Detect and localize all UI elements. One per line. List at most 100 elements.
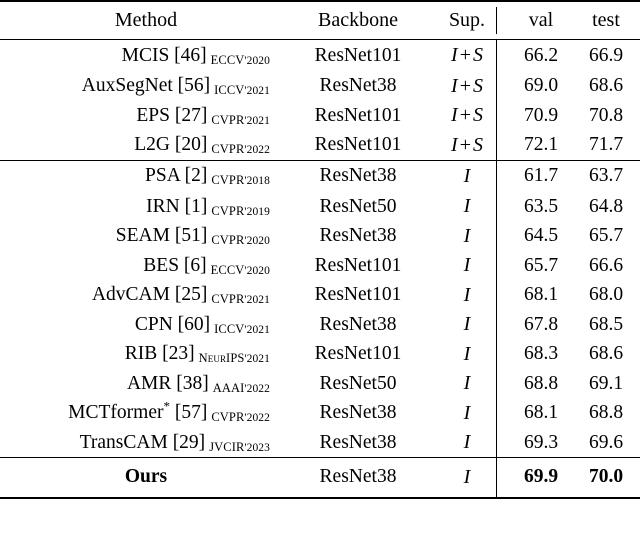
sup-symbol-saliency: S	[472, 133, 483, 156]
sup-symbol-saliency: S	[472, 44, 483, 67]
cell-method: AuxSegNet [56] ICCV'2021	[0, 72, 292, 102]
method-year: '2018	[244, 175, 270, 188]
cell-val: 69.9	[496, 457, 572, 498]
cell-method: RIB [23] NeurIPS'2021	[0, 340, 292, 370]
method-ref: [46]	[174, 44, 207, 66]
table-row: AdvCAM [25] CVPR'2021 ResNet101 I 68.1 68…	[0, 279, 640, 311]
column-header-backbone: Backbone	[292, 0, 424, 40]
cell-test: 68.6	[588, 343, 624, 365]
sup-symbol-image: I	[463, 313, 471, 336]
sup-symbol-image: I	[463, 195, 471, 218]
sup-symbol-saliency: S	[472, 74, 483, 97]
table-row: BES [6] ECCV'2020 ResNet101 I 65.7 66.6	[0, 250, 640, 281]
cell-test: 64.8	[588, 195, 624, 217]
results-table: Method Backbone Sup. val test MCIS [46] E…	[0, 0, 640, 538]
method-ref: [29]	[172, 431, 206, 453]
cell-val: 69.3	[496, 427, 572, 458]
method-name: EPS	[136, 104, 170, 126]
cell-test: 68.0	[588, 284, 624, 306]
cell-method: AdvCAM [25] CVPR'2021	[0, 281, 292, 311]
sup-symbol-image: I	[463, 283, 471, 306]
bottom-rule	[0, 496, 640, 538]
method-star: *	[163, 398, 170, 414]
cell-test: 71.7	[588, 134, 624, 155]
cell-val: 66.2	[496, 39, 572, 73]
method-venue: ECCV	[210, 52, 245, 67]
cell-val: 68.3	[496, 338, 572, 370]
column-header-val: val	[496, 0, 572, 40]
method-venue: CVPR	[211, 410, 245, 425]
table-row: MCIS [46] ECCV'2020 ResNet101 I + S 66.2 66…	[0, 39, 640, 73]
sup-symbol-image: I	[451, 133, 458, 156]
method-venue: CVPR	[211, 233, 245, 248]
cell-backbone: ResNet38	[319, 402, 397, 424]
table-row: AuxSegNet [56] ICCV'2021 ResNet38 I + S 69.…	[0, 70, 640, 102]
method-ref: [57]	[174, 402, 208, 424]
group-image-level: PSA [2] CVPR'2018 ResNet38 I 61.7 63.7 IR…	[0, 159, 640, 458]
method-name: CPN	[134, 313, 173, 335]
sup-symbol-image: I	[463, 431, 471, 453]
method-year: '2022	[244, 144, 270, 156]
method-venue: CVPR	[211, 142, 245, 156]
sup-operator: +	[459, 74, 471, 97]
cell-backbone: ResNet101	[314, 104, 402, 126]
table-row: PSA [2] CVPR'2018 ResNet38 I 61.7 63.7	[0, 159, 640, 194]
cell-val: 61.7	[496, 159, 572, 194]
sup-symbol-image: I	[463, 164, 471, 187]
column-header-method: Method	[0, 0, 292, 40]
sup-symbol-image: I	[463, 401, 471, 424]
method-venue: CVPR	[211, 203, 245, 218]
group-sup: MCIS [46] ECCV'2020 ResNet101 I + S 66.2 66…	[0, 39, 640, 160]
cell-val: 70.9	[496, 100, 572, 131]
table-row: TransCAM [29] JVCIR'2023 ResNet38 I 69.3 …	[0, 427, 640, 458]
sup-symbol-image: I	[463, 342, 471, 365]
method-name: RIB	[124, 343, 158, 365]
method-name: MCIS	[121, 44, 170, 66]
cell-test: 68.6	[588, 75, 624, 97]
group-ours: Ours ResNet38 I 69.9 70.0	[0, 457, 640, 538]
cell-val: 68.1	[496, 279, 572, 311]
cell-test: 63.7	[572, 159, 640, 192]
method-year: '2021	[244, 85, 270, 98]
table-row-ours: Ours ResNet38 I 69.9 70.0	[0, 457, 640, 498]
bottom-rule-cell	[292, 496, 424, 538]
table-row: MCTformer* [57] CVPR'2022 ResNet38 I 68.1…	[0, 397, 640, 429]
sup-symbol-saliency: S	[472, 104, 483, 127]
table-row: SEAM [51] CVPR'2020 ResNet38 I 64.5 65.7	[0, 220, 640, 252]
method-name: PSA	[145, 165, 180, 187]
cell-backbone: ResNet50	[319, 195, 397, 217]
cell-test: 69.6	[588, 431, 624, 453]
table-row: EPS [27] CVPR'2021 ResNet101 I + S 70.9 70.…	[0, 100, 640, 131]
cell-backbone: ResNet38	[319, 75, 397, 97]
cell-backbone: ResNet101	[314, 343, 402, 365]
cell-test: 65.7	[588, 225, 624, 247]
method-year: '2021	[244, 323, 270, 336]
method-venue: CVPR	[211, 112, 245, 127]
method-name: SEAM	[115, 225, 170, 247]
method-year: '2020	[244, 235, 270, 248]
sup-operator: +	[459, 44, 471, 67]
method-ref: [23]	[162, 343, 195, 365]
method-year: '2021	[244, 353, 270, 366]
table-row: RIB [23] NeurIPS'2021 ResNet101 I 68.3 68…	[0, 338, 640, 370]
bottom-rule-cell	[424, 496, 510, 538]
cell-backbone: ResNet50	[319, 372, 397, 394]
method-ref: [60]	[177, 313, 211, 335]
cell-test: 69.1	[588, 372, 624, 394]
method-ref: [27]	[174, 104, 208, 126]
table-row: AMR [38] AAAI'2022 ResNet50 I 68.8 69.1	[0, 368, 640, 399]
method-year: '2022	[244, 382, 270, 395]
cell-val: 65.7	[496, 250, 572, 281]
method-ref: [25]	[174, 284, 208, 306]
method-name: BES	[143, 254, 180, 276]
cell-val: 67.8	[496, 309, 572, 340]
cell-method: EPS [27] CVPR'2021	[0, 101, 292, 131]
method-year: '2022	[244, 412, 270, 425]
method-ref: [38]	[176, 372, 209, 394]
table-row: IRN [1] CVPR'2019 ResNet50 I 63.5 64.8	[0, 191, 640, 222]
cell-backbone: ResNet38	[292, 457, 424, 498]
method-name: AdvCAM	[91, 284, 170, 306]
cell-val: 68.8	[496, 368, 572, 399]
method-year: '2020	[244, 54, 270, 67]
sup-symbol-image: I	[451, 74, 458, 97]
